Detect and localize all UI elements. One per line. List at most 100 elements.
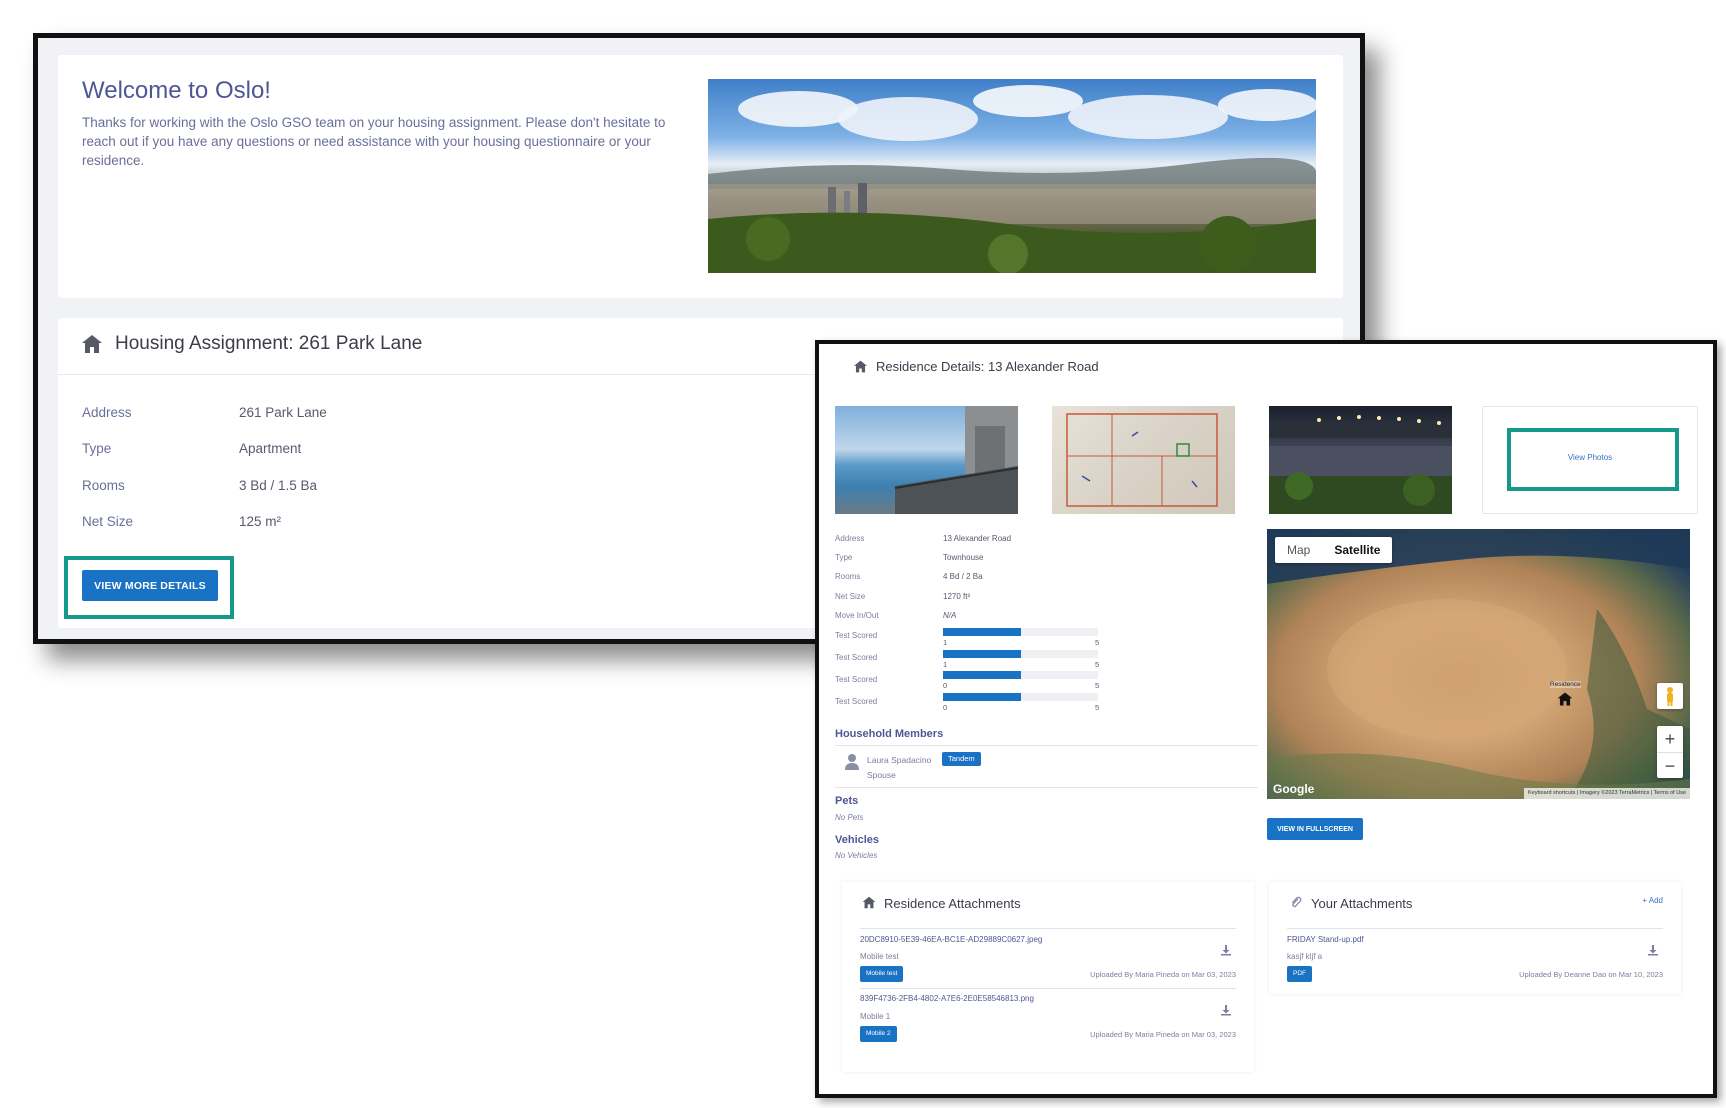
residence-details-window: Residence Details: 13 Alexander Road Vie…: [815, 340, 1717, 1098]
attachment-description: kasjf kljf a: [1287, 952, 1323, 961]
attachment-file-name[interactable]: FRIDAY Stand-up.pdf: [1287, 935, 1364, 944]
net-size-label: Net Size: [835, 592, 866, 601]
score-max: 5: [1095, 703, 1100, 712]
score-max: 5: [1095, 638, 1100, 647]
move-in-out-label: Move In/Out: [835, 611, 879, 620]
view-more-details-button[interactable]: VIEW MORE DETAILS: [82, 570, 218, 601]
score-bar-fill: [943, 693, 1021, 701]
score-bar-fill: [943, 671, 1021, 679]
residence-photo-balcony[interactable]: [835, 406, 1018, 514]
add-attachment-link[interactable]: + Add: [1642, 896, 1663, 905]
residence-photo-restaurant[interactable]: [1269, 406, 1452, 514]
household-members-heading: Household Members: [835, 728, 944, 740]
attachment-description: Mobile test: [860, 952, 899, 961]
pets-value: No Pets: [835, 813, 864, 822]
attachment-badge: PDF: [1287, 966, 1312, 982]
map-tab[interactable]: Map: [1275, 537, 1322, 563]
divider: [1287, 928, 1663, 929]
member-role: Spouse: [867, 770, 896, 780]
score-label: Test Scored: [835, 697, 878, 706]
map-attribution[interactable]: Keyboard shortcuts | Imagery ©2023 Terra…: [1523, 788, 1690, 799]
house-icon: [82, 335, 102, 353]
divider: [835, 787, 1258, 788]
residence-attachments-card: Residence Attachments 20DC8910-5E39-46EA…: [842, 882, 1254, 1072]
type-value: Apartment: [239, 441, 302, 456]
type-label: Type: [82, 441, 112, 456]
attachment-badge: Mobile 2: [860, 1026, 897, 1042]
address-label: Address: [835, 534, 865, 543]
score-label: Test Scored: [835, 631, 878, 640]
welcome-card: Welcome to Oslo! Thanks for working with…: [58, 55, 1343, 298]
residence-photo-floorplan[interactable]: [1052, 406, 1235, 514]
score-min: 0: [943, 703, 948, 712]
score-bar: [943, 693, 1098, 701]
address-value: 261 Park Lane: [239, 405, 327, 420]
housing-title: Housing Assignment: 261 Park Lane: [115, 333, 423, 354]
divider: [835, 745, 1258, 746]
vehicles-value: No Vehicles: [835, 851, 878, 860]
attachment-description: Mobile 1: [860, 1012, 891, 1021]
vehicles-heading: Vehicles: [835, 834, 880, 846]
google-logo: Google: [1273, 782, 1315, 796]
house-icon: [862, 896, 876, 909]
address-value: 13 Alexander Road: [943, 534, 1012, 543]
view-in-fullscreen-button[interactable]: VIEW IN FULLSCREEN: [1267, 818, 1363, 840]
rooms-value: 3 Bd / 1.5 Ba: [239, 478, 318, 493]
welcome-text: Thanks for working with the Oslo GSO tea…: [82, 115, 666, 168]
download-icon[interactable]: [1220, 944, 1232, 956]
tandem-badge: Tandem: [942, 752, 981, 766]
score-label: Test Scored: [835, 675, 878, 684]
map-type-tabs: Map Satellite: [1275, 537, 1393, 563]
divider: [860, 988, 1236, 989]
person-icon: [845, 754, 859, 770]
attachment-uploaded-by: Uploaded By Deanne Dao on Mar 10, 2023: [1519, 970, 1663, 979]
house-icon: [854, 360, 867, 373]
satellite-tab[interactable]: Satellite: [1322, 537, 1392, 563]
score-bar: [943, 650, 1098, 658]
attachment-uploaded-by: Uploaded By Maria Pineda on Mar 03, 2023: [1090, 1030, 1236, 1039]
attachment-badge: Mobile test: [860, 966, 904, 982]
type-value: Townhouse: [943, 553, 984, 562]
score-min: 1: [943, 638, 948, 647]
residence-map[interactable]: Map Satellite + − Residence Google Keybo…: [1267, 529, 1690, 799]
rooms-label: Rooms: [835, 572, 861, 581]
score-bar: [943, 628, 1098, 636]
score-bar: [943, 671, 1098, 679]
zoom-out-button[interactable]: −: [1657, 752, 1683, 778]
highlight-frame: [1507, 428, 1679, 491]
marker-label: Residence: [1550, 681, 1581, 688]
your-attachments-card: Your Attachments + Add FRIDAY Stand-up.p…: [1269, 882, 1681, 994]
zoom-controls: + −: [1657, 726, 1683, 778]
net-size-value: 125 m²: [239, 514, 282, 529]
score-min: 1: [943, 660, 948, 669]
member-name: Laura Spadacino: [867, 755, 932, 765]
score-bar-fill: [943, 628, 1021, 636]
pets-heading: Pets: [835, 795, 859, 807]
score-min: 0: [943, 681, 948, 690]
address-label: Address: [82, 405, 132, 420]
rooms-value: 4 Bd / 2 Ba: [943, 572, 983, 581]
home-marker-icon[interactable]: [1557, 691, 1573, 707]
attachment-file-name[interactable]: 839F4736-2FB4-4802-A7E6-2E0E58546813.png: [860, 994, 1034, 1003]
score-label: Test Scored: [835, 653, 878, 662]
divider: [860, 928, 1236, 929]
your-attachments-title: Your Attachments: [1311, 896, 1413, 911]
street-view-pegman-icon[interactable]: [1657, 683, 1683, 709]
residence-attachments-title: Residence Attachments: [884, 896, 1021, 911]
score-max: 5: [1095, 660, 1100, 669]
download-icon[interactable]: [1220, 1004, 1232, 1016]
download-icon[interactable]: [1647, 944, 1659, 956]
attachment-uploaded-by: Uploaded By Maria Pineda on Mar 03, 2023: [1090, 970, 1236, 979]
paperclip-icon: [1291, 896, 1302, 908]
type-label: Type: [835, 553, 853, 562]
zoom-in-button[interactable]: +: [1657, 726, 1683, 752]
score-max: 5: [1095, 681, 1100, 690]
score-bar-fill: [943, 650, 1021, 658]
residence-title: Residence Details: 13 Alexander Road: [876, 359, 1099, 374]
move-in-out-value: N/A: [943, 611, 957, 620]
net-size-label: Net Size: [82, 514, 134, 529]
net-size-value: 1270 ft²: [943, 592, 971, 601]
oslo-panorama-image: [708, 79, 1316, 273]
rooms-label: Rooms: [82, 478, 125, 493]
attachment-file-name[interactable]: 20DC8910-5E39-46EA-BC1E-AD29889C0627.jpe…: [860, 935, 1042, 944]
